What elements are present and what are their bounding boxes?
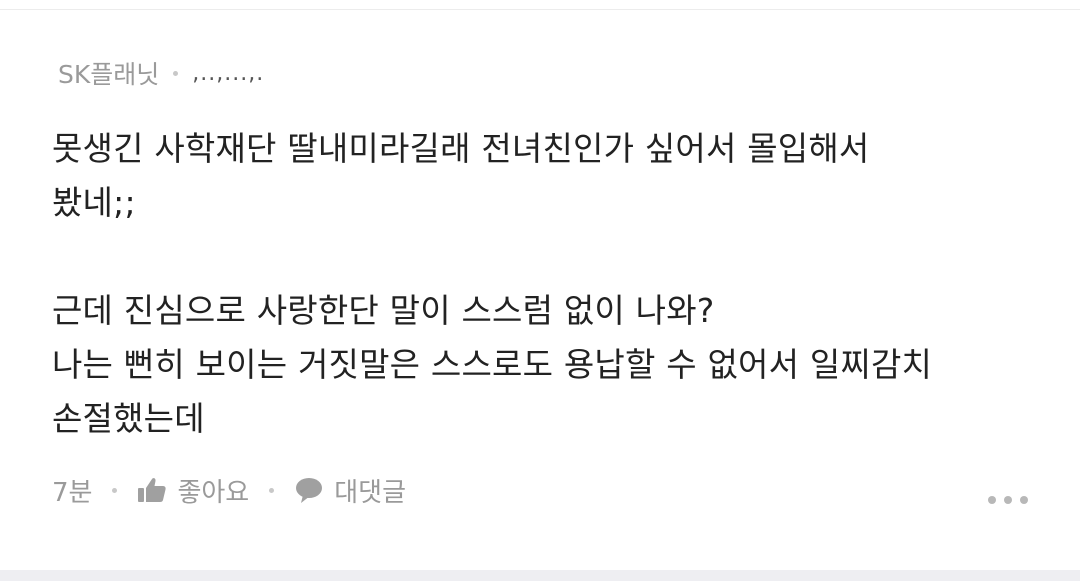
- comment-footer: 7분 좋아요 대댓글: [52, 470, 406, 510]
- comment-meta: SK플래닛 ,..,...,.: [58, 55, 265, 91]
- footer-separator-dot: [112, 487, 118, 493]
- comment-item: SK플래닛 ,..,...,. 못생긴 사학재단 딸내미라길래 전녀친인가 싶어…: [0, 0, 1080, 560]
- meta-separator-dot: [173, 70, 179, 76]
- more-dot: [988, 496, 996, 504]
- footer-separator-dot: [269, 487, 275, 493]
- author-nickname: ,..,...,.: [192, 60, 265, 86]
- more-options-button[interactable]: [988, 490, 1028, 510]
- more-dot: [1020, 496, 1028, 504]
- reply-button[interactable]: 대댓글: [294, 472, 406, 509]
- like-button[interactable]: 좋아요: [137, 472, 249, 509]
- comment-body: 못생긴 사학재단 딸내미라길래 전녀친인가 싶어서 몰입해서 봤네;; 근데 진…: [52, 129, 933, 438]
- thumbs-up-icon: [138, 478, 167, 502]
- like-label: 좋아요: [177, 477, 250, 508]
- bottom-divider-bar: [0, 570, 1080, 581]
- reply-label: 대댓글: [334, 477, 406, 508]
- speech-bubble-icon: [296, 478, 323, 503]
- more-dot: [1004, 496, 1012, 504]
- author-name[interactable]: SK플래닛: [58, 55, 159, 91]
- comment-time: 7분: [52, 477, 93, 508]
